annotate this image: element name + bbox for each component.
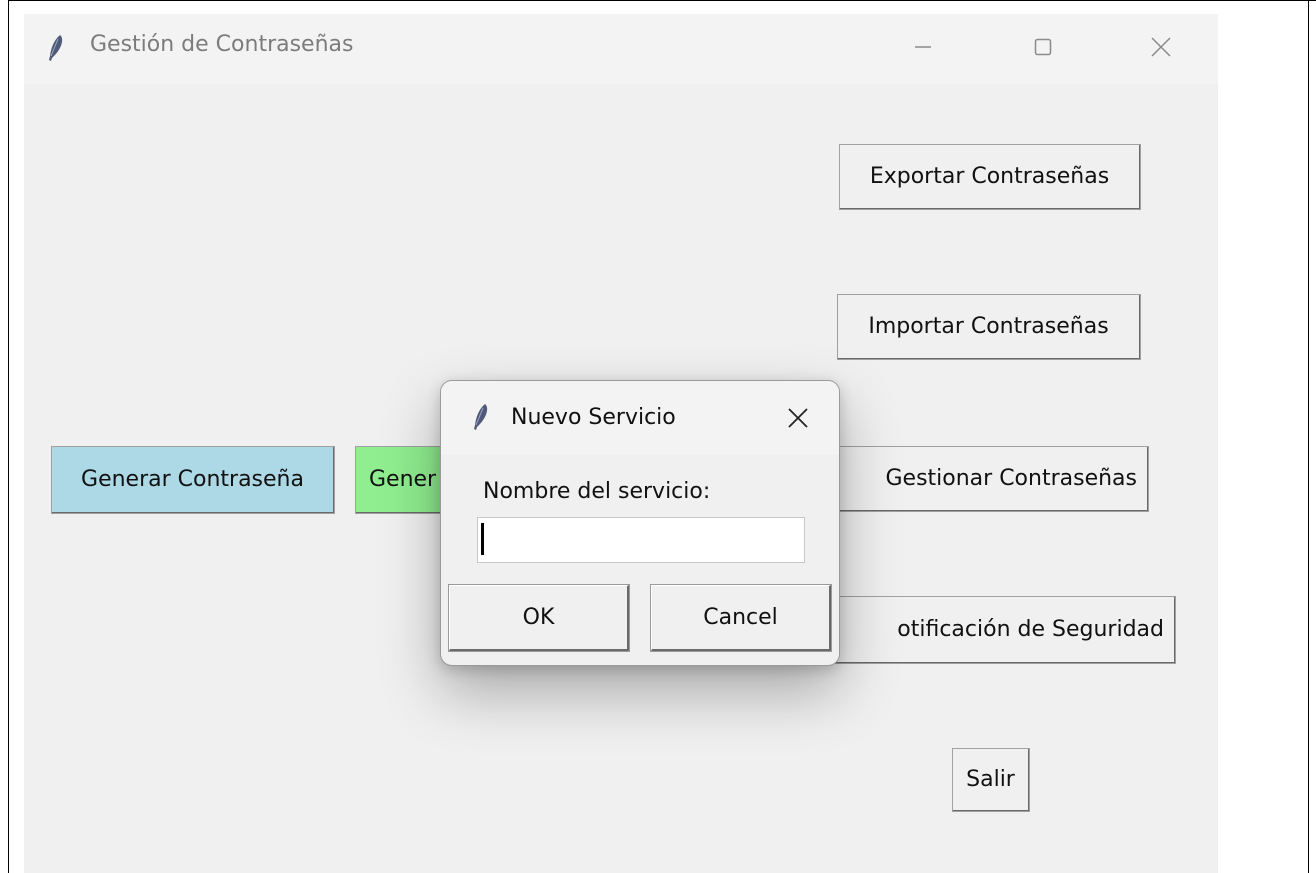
maximize-icon[interactable]: [1020, 24, 1066, 70]
frame-top: [8, 0, 1316, 1]
feather-icon: [471, 403, 491, 431]
main-titlebar[interactable]: Gestión de Contraseñas: [24, 14, 1218, 84]
cancel-button[interactable]: Cancel: [650, 584, 832, 652]
generate-password-button[interactable]: Generar Contraseña: [51, 446, 335, 514]
frame-left: [8, 0, 9, 873]
ok-button[interactable]: OK: [448, 584, 630, 652]
close-icon[interactable]: [781, 401, 815, 435]
exit-button[interactable]: Salir: [952, 748, 1030, 812]
manage-passwords-button[interactable]: Gestionar Contraseñas: [839, 446, 1149, 512]
export-passwords-button[interactable]: Exportar Contraseñas: [839, 144, 1141, 210]
window-title: Gestión de Contraseñas: [90, 32, 354, 57]
service-name-input[interactable]: [477, 517, 805, 563]
minimize-icon[interactable]: [900, 24, 946, 70]
import-passwords-button[interactable]: Importar Contraseñas: [837, 294, 1141, 360]
close-icon[interactable]: [1138, 24, 1184, 70]
dialog-title: Nuevo Servicio: [511, 405, 676, 430]
security-notification-button[interactable]: otificación de Seguridad: [832, 596, 1176, 664]
dialog-titlebar[interactable]: Nuevo Servicio: [441, 381, 839, 455]
service-name-label: Nombre del servicio:: [483, 479, 711, 504]
feather-icon: [46, 34, 66, 62]
text-caret: [481, 523, 484, 555]
new-service-dialog: Nuevo Servicio Nombre del servicio: OK C…: [440, 380, 840, 666]
frame-right: [1308, 0, 1309, 873]
